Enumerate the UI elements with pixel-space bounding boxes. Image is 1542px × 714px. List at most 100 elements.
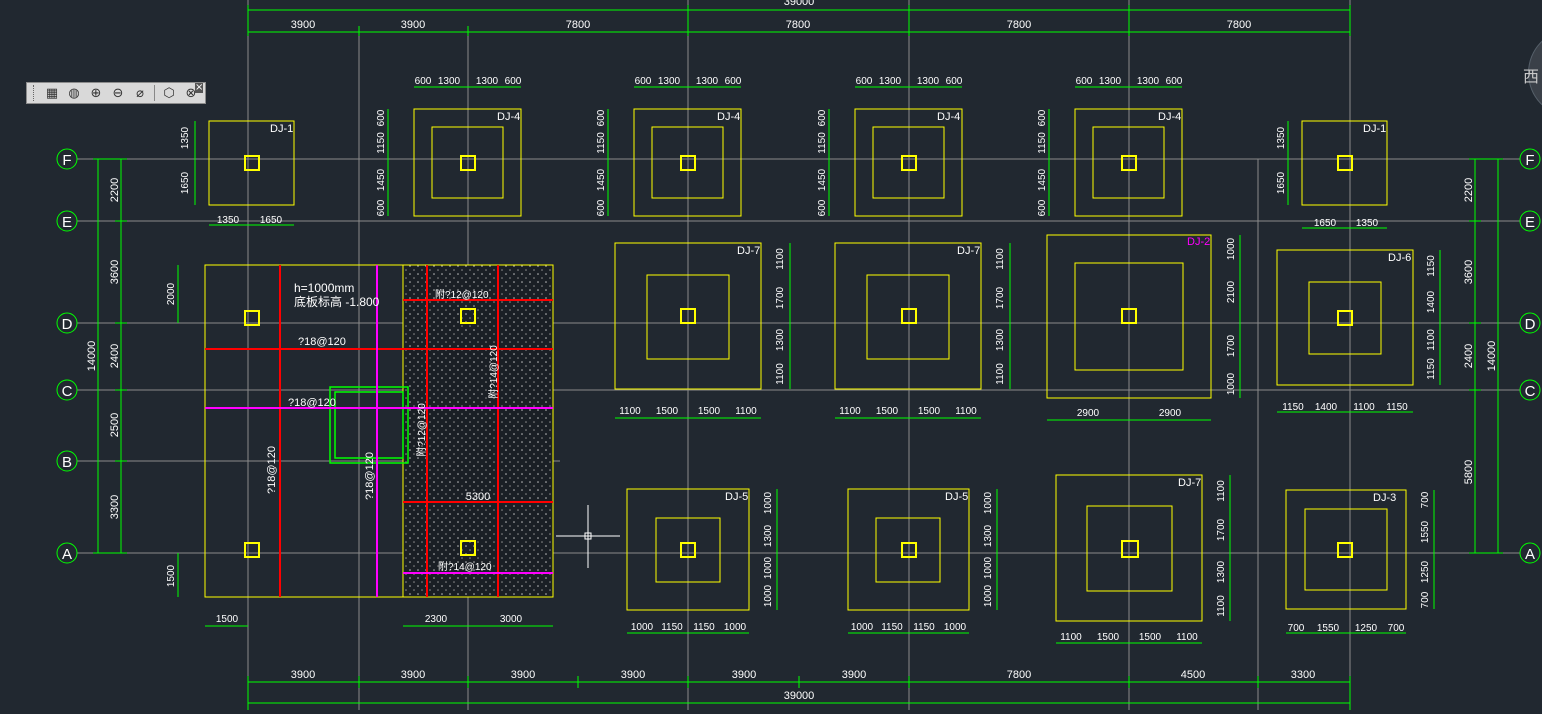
svg-text:1350: 1350: [1356, 218, 1379, 229]
svg-text:1550: 1550: [1317, 623, 1340, 634]
svg-text:1100: 1100: [955, 406, 977, 417]
viewcube-west-label[interactable]: 西: [1523, 63, 1539, 87]
svg-text:600: 600: [817, 199, 828, 216]
bottom-dimension-chain: 3900 3900 3900 3900 3900 3900 7800 4500 …: [247, 669, 1351, 710]
svg-text:1150: 1150: [1282, 402, 1304, 413]
svg-text:1000: 1000: [631, 622, 654, 633]
svg-text:1150: 1150: [817, 132, 828, 154]
svg-text:1100: 1100: [1176, 632, 1198, 643]
svg-text:700: 700: [1288, 623, 1305, 634]
rebar-label-v1: ?18@120: [266, 446, 278, 494]
footing-dj7-2[interactable]: DJ-7 1100 1700 1300 1100 1100 1500 1500 …: [834, 242, 1011, 419]
sphere-slash-icon[interactable]: ⌀: [130, 84, 150, 102]
footing-dj7-1[interactable]: DJ-7 1100 1700 1300 1100 1100 1500 1500 …: [614, 242, 791, 419]
svg-text:1500: 1500: [698, 406, 721, 417]
svg-text:DJ-5: DJ-5: [725, 491, 748, 503]
svg-text:1650: 1650: [1276, 171, 1287, 194]
svg-text:F: F: [1525, 152, 1534, 169]
hatch-label-v2: 附?12@120: [415, 403, 428, 457]
axis-bubble-d-right: D: [1519, 312, 1541, 334]
footing-dj6[interactable]: DJ-6 1150 1400 1100 1150 1150 1400 1100 …: [1276, 249, 1441, 413]
axis-grid-lines: [70, 0, 1530, 710]
floating-toolbar[interactable]: ▦ ◍ ⊕ ⊖ ⌀ ⬡ ⊗ ×: [26, 82, 206, 104]
top-dim-span-5: 7800: [1007, 19, 1031, 31]
svg-text:1150: 1150: [661, 622, 683, 633]
raft-thickness: h=1000mm: [294, 281, 354, 295]
svg-text:1500: 1500: [216, 614, 239, 625]
footing-dj7-3[interactable]: DJ-7 1100 1700 1300 1100 1100 1500 1500 …: [1055, 474, 1231, 644]
svg-text:600: 600: [1037, 109, 1048, 126]
svg-text:E: E: [1525, 214, 1535, 231]
svg-text:1300: 1300: [763, 524, 774, 547]
top-dim-span-6: 7800: [1227, 19, 1251, 31]
left-dim-seg-3: 2400: [109, 344, 121, 368]
svg-text:1000: 1000: [983, 584, 994, 607]
rebar-label-h2: ?18@120: [288, 397, 336, 409]
svg-text:D: D: [1525, 316, 1536, 333]
cad-drawing-area[interactable]: F E D C B A F E D C A 39000 3900 3900 78…: [0, 0, 1542, 710]
footing-dj1-right[interactable]: DJ-1 1350 1650 1650 1350: [1276, 120, 1388, 229]
svg-text:1100: 1100: [775, 248, 786, 270]
svg-text:600: 600: [505, 76, 522, 87]
axis-bubble-d: D: [56, 312, 78, 334]
svg-text:1100: 1100: [619, 406, 641, 417]
svg-text:1700: 1700: [775, 286, 786, 309]
right-dim-total: 14000: [1486, 341, 1498, 372]
svg-text:1500: 1500: [656, 406, 679, 417]
bottom-dim-span-6: 3900: [842, 669, 866, 681]
svg-text:1500: 1500: [1139, 632, 1162, 643]
svg-text:B: B: [62, 454, 72, 471]
svg-text:1300: 1300: [917, 76, 940, 87]
foundation-plan-drawing[interactable]: F E D C B A F E D C A 39000 3900 3900 78…: [0, 0, 1542, 710]
bottom-dim-span-3: 3900: [511, 669, 535, 681]
bottom-dim-span-5: 3900: [732, 669, 756, 681]
toolbar-close-button[interactable]: ×: [195, 83, 203, 93]
left-dimension-chain: 2200 3600 2400 2500 3300 14000: [86, 158, 127, 554]
footing-dj3[interactable]: DJ-3 700 1550 1250 700 700 1550 1250 700: [1285, 489, 1435, 634]
svg-text:DJ-1: DJ-1: [1363, 123, 1386, 135]
hatch-label-v1: 附?14@120: [487, 345, 500, 399]
footing-dj5-1[interactable]: DJ-5 1000 1300 1000 1000 1000 1150 1150 …: [626, 488, 778, 634]
svg-text:1000: 1000: [724, 622, 747, 633]
svg-text:1400: 1400: [1426, 290, 1437, 313]
svg-text:1700: 1700: [995, 286, 1006, 309]
sphere-icon[interactable]: ◍: [64, 84, 84, 102]
rebar-label-h1: ?18@120: [298, 336, 346, 348]
svg-text:1150: 1150: [693, 622, 715, 633]
bottom-dim-span-4: 3900: [621, 669, 645, 681]
svg-text:1300: 1300: [658, 76, 681, 87]
sphere-add-icon[interactable]: ⊕: [86, 84, 106, 102]
top-dim-span-4: 7800: [786, 19, 810, 31]
svg-text:C: C: [1525, 383, 1536, 400]
axis-bubble-f-right: F: [1519, 148, 1541, 170]
svg-text:DJ-7: DJ-7: [1178, 477, 1201, 489]
svg-text:1150: 1150: [881, 622, 903, 633]
svg-text:1000: 1000: [944, 622, 967, 633]
svg-text:1250: 1250: [1355, 623, 1378, 634]
svg-text:1500: 1500: [876, 406, 899, 417]
box-icon[interactable]: ⬡: [159, 84, 179, 102]
viewport-icon[interactable]: ▦: [42, 84, 62, 102]
svg-text:1300: 1300: [983, 524, 994, 547]
toolbar-separator: [154, 85, 155, 101]
svg-text:1700: 1700: [1226, 334, 1237, 357]
svg-text:3000: 3000: [500, 614, 523, 625]
right-dimension-chain: 2200 3600 2400 5800 14000: [1463, 158, 1503, 554]
footing-dj2[interactable]: DJ-2 1000 2100 1700 1000 2900 2900: [1046, 234, 1241, 421]
axis-bubble-b: B: [56, 450, 78, 472]
svg-text:DJ-7: DJ-7: [737, 245, 760, 257]
left-dim-total: 14000: [86, 341, 98, 372]
svg-text:600: 600: [635, 76, 652, 87]
svg-text:1300: 1300: [1137, 76, 1160, 87]
svg-text:D: D: [62, 316, 73, 333]
svg-text:600: 600: [817, 109, 828, 126]
toolbar-grip[interactable]: [33, 85, 37, 101]
footing-dj1-left[interactable]: DJ-1 1350 1650 1350 1650: [180, 120, 295, 226]
svg-text:1150: 1150: [596, 132, 607, 154]
bottom-dim-span-7: 7800: [1007, 669, 1031, 681]
sphere-remove-icon[interactable]: ⊖: [108, 84, 128, 102]
svg-text:1300: 1300: [1099, 76, 1122, 87]
footing-dj5-2[interactable]: DJ-5 1000 1300 1000 1000 1000 1150 1150 …: [847, 488, 998, 634]
axis-bubble-f: F: [56, 148, 78, 170]
svg-text:1000: 1000: [1226, 237, 1237, 260]
